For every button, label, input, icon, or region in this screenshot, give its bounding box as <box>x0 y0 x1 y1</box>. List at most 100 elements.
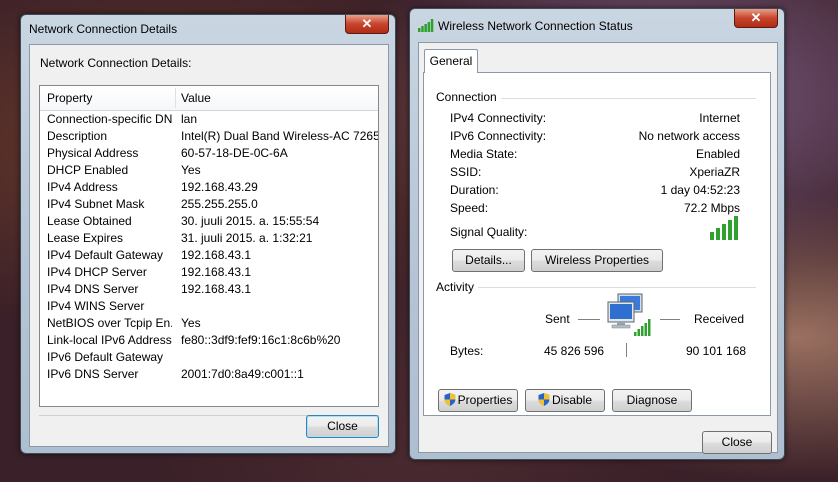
activity-group-label: Activity <box>436 280 479 294</box>
sent-label: Sent <box>545 312 570 326</box>
network-connection-details-window: Network Connection Details ✕ Network Con… <box>20 14 396 454</box>
wireless-signal-icon <box>418 19 434 32</box>
window-title: Network Connection Details <box>29 22 178 36</box>
row-property: Link-local IPv6 Address <box>47 333 172 347</box>
tab-general[interactable]: General <box>424 49 478 73</box>
bytes-sent-value: 45 826 596 <box>544 344 605 358</box>
window-close-button[interactable]: ✕ <box>345 15 389 34</box>
column-header-property[interactable]: Property <box>47 86 92 110</box>
uac-shield-icon <box>444 393 456 406</box>
row-property: Physical Address <box>47 146 139 160</box>
row-value: 60-57-18-DE-0C-6A <box>181 146 288 160</box>
table-row[interactable]: DHCP Enabled Yes <box>40 162 378 179</box>
row-property: NetBIOS over Tcpip En... <box>47 316 172 330</box>
row-property: IPv6 DNS Server <box>47 367 139 381</box>
ipv6-connectivity-value: No network access <box>638 129 740 143</box>
received-label: Received <box>694 312 745 326</box>
details-button[interactable]: Details... <box>452 249 525 272</box>
row-value: 30. juuli 2015. a. 15:55:54 <box>181 214 320 228</box>
list-header: Property Value <box>40 86 378 111</box>
row-property: IPv4 Subnet Mask <box>47 197 145 211</box>
table-row[interactable]: IPv4 DNS Server 192.168.43.1 <box>40 281 378 298</box>
signal-bar <box>734 216 738 240</box>
properties-button-label: Properties <box>457 393 513 407</box>
row-property: Description <box>47 129 108 143</box>
row-property: IPv4 Default Gateway <box>47 248 164 262</box>
ssid-value: XperiaZR <box>689 165 740 179</box>
ssid-label: SSID: <box>450 165 482 179</box>
window-close-button[interactable]: ✕ <box>734 9 778 28</box>
connection-group-label: Connection <box>436 90 501 104</box>
ipv4-connectivity-value: Internet <box>699 111 740 125</box>
row-value: Yes <box>181 316 201 330</box>
table-row[interactable]: Description Intel(R) Dual Band Wireless-A… <box>40 128 378 145</box>
table-row[interactable]: IPv4 WINS Server <box>40 298 378 315</box>
row-property: IPv4 DHCP Server <box>47 265 147 279</box>
row-property: IPv6 Default Gateway <box>47 350 164 364</box>
table-row[interactable]: IPv6 Default Gateway <box>40 349 378 366</box>
row-value: 31. juuli 2015. a. 1:32:21 <box>181 231 313 245</box>
row-property: Lease Obtained <box>47 214 132 228</box>
sent-line <box>578 319 600 320</box>
row-value: lan <box>181 112 198 126</box>
signal-bar <box>722 224 726 240</box>
row-value: Intel(R) Dual Band Wireless-AC 7265 <box>181 129 379 143</box>
row-property: DHCP Enabled <box>47 163 129 177</box>
disable-button-label: Disable <box>551 393 593 407</box>
table-row[interactable]: IPv6 DNS Server 2001:7d0:8a49:c001::1 <box>40 366 378 383</box>
close-button[interactable]: Close <box>702 431 772 454</box>
table-row[interactable]: Link-local IPv6 Address fe80::3df9:fef9:1… <box>40 332 378 349</box>
ipv4-connectivity-label: IPv4 Connectivity: <box>450 111 547 125</box>
media-state-value: Enabled <box>695 147 740 161</box>
status-client-area: General Connection IPv4 Connectivity: In… <box>418 42 778 454</box>
table-row[interactable]: Physical Address 60-57-18-DE-0C-6A <box>40 145 378 162</box>
details-group-label: Network Connection Details: <box>40 56 192 70</box>
window-title: Wireless Network Connection Status <box>438 19 633 33</box>
tab-panel: Connection IPv4 Connectivity: Internet I… <box>423 72 771 416</box>
row-property: Connection-specific DN... <box>47 112 172 126</box>
row-value: Yes <box>181 163 201 177</box>
signal-bar <box>716 228 720 240</box>
table-row[interactable]: IPv4 Default Gateway 192.168.43.1 <box>40 247 378 264</box>
signal-bar <box>728 220 732 240</box>
table-row[interactable]: Connection-specific DN... lan <box>40 111 378 128</box>
row-property: IPv4 WINS Server <box>47 299 145 313</box>
row-value: 2001:7d0:8a49:c001::1 <box>181 367 304 381</box>
wireless-properties-button[interactable]: Wireless Properties <box>531 249 663 272</box>
speed-value: 72.2 Mbps <box>683 201 740 215</box>
row-value: 192.168.43.1 <box>181 265 252 279</box>
row-value: 255.255.255.0 <box>181 197 258 211</box>
table-row[interactable]: IPv4 DHCP Server 192.168.43.1 <box>40 264 378 281</box>
properties-button[interactable]: Properties <box>438 389 518 412</box>
network-computers-icon <box>607 293 651 336</box>
diagnose-button[interactable]: Diagnose <box>612 389 692 412</box>
row-value: 192.168.43.29 <box>181 180 258 194</box>
details-list-view[interactable]: Property Value Connection-specific DN...… <box>39 85 379 407</box>
signal-quality-label: Signal Quality: <box>450 225 528 239</box>
table-row[interactable]: NetBIOS over Tcpip En... Yes <box>40 315 378 332</box>
wireless-status-window: Wireless Network Connection Status ✕ Gen… <box>409 8 785 460</box>
row-property: IPv4 DNS Server <box>47 282 139 296</box>
media-state-label: Media State: <box>450 147 518 161</box>
table-row[interactable]: IPv4 Address 192.168.43.29 <box>40 179 378 196</box>
close-button[interactable]: Close <box>306 415 379 438</box>
table-row[interactable]: Lease Obtained 30. juuli 2015. a. 15:55:5… <box>40 213 378 230</box>
signal-bar <box>710 232 714 240</box>
uac-shield-icon <box>538 393 550 406</box>
speed-label: Speed: <box>450 201 489 215</box>
bytes-received-value: 90 101 168 <box>686 344 747 358</box>
bytes-label: Bytes: <box>450 344 484 358</box>
column-header-value[interactable]: Value <box>181 86 211 110</box>
bytes-divider <box>626 343 627 357</box>
table-row[interactable]: IPv4 Subnet Mask 255.255.255.0 <box>40 196 378 213</box>
received-line <box>660 319 680 320</box>
disable-button[interactable]: Disable <box>525 389 605 412</box>
row-property: Lease Expires <box>47 231 124 245</box>
row-value: 192.168.43.1 <box>181 248 252 262</box>
signal-quality-bars <box>710 216 738 240</box>
details-client-area: Network Connection Details: Property Val… <box>29 44 389 447</box>
ipv6-connectivity-label: IPv6 Connectivity: <box>450 129 547 143</box>
table-row[interactable]: Lease Expires 31. juuli 2015. a. 1:32:21 <box>40 230 378 247</box>
row-value: 192.168.43.1 <box>181 282 252 296</box>
duration-value: 1 day 04:52:23 <box>660 183 740 197</box>
